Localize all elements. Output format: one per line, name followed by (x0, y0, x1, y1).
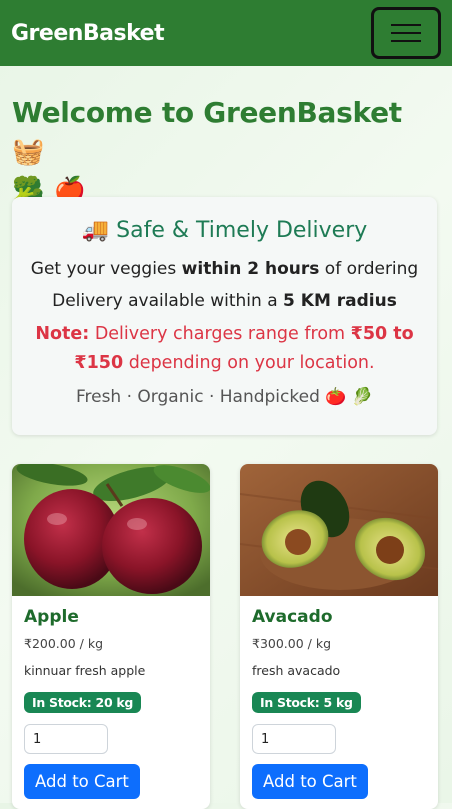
stock-badge: In Stock: 5 kg (252, 692, 361, 713)
avocado-image (240, 464, 438, 596)
page-title: Welcome to GreenBasket 🧺 🥦 🍎 (12, 96, 402, 206)
lettuce-emoji: 🥬 (351, 387, 374, 407)
navbar: GreenBasket (0, 0, 452, 66)
quantity-input[interactable] (252, 724, 336, 754)
product-price: ₹200.00 / kg (24, 636, 104, 651)
add-to-cart-button[interactable]: Add to Cart (252, 764, 368, 799)
hamburger-icon (391, 24, 421, 26)
menu-toggle-button[interactable] (371, 7, 441, 59)
delivery-radius-text: Delivery available within a 5 KM radius (52, 291, 397, 311)
quantity-input[interactable] (24, 724, 108, 754)
delivery-title: 🚚 Safe & Timely Delivery (81, 218, 368, 243)
brand-logo[interactable]: GreenBasket (11, 21, 165, 46)
product-name: Apple (24, 607, 79, 627)
delivery-info-card: 🚚 Safe & Timely Delivery Get your veggie… (12, 197, 437, 435)
delivery-time-text: Get your veggies within 2 hours of order… (30, 259, 419, 279)
delivery-note: Note: Delivery charges range from ₹50 to… (35, 324, 414, 373)
product-price: ₹300.00 / kg (252, 636, 332, 651)
truck-icon: 🚚 (81, 218, 110, 243)
product-card-avocado: Avacado ₹300.00 / kg fresh avacado In St… (240, 464, 438, 809)
tomato-emoji: 🍅 (325, 387, 347, 407)
add-to-cart-button[interactable]: Add to Cart (24, 764, 140, 799)
delivery-tagline: Fresh · Organic · Handpicked 🍅 🥬 (75, 387, 374, 407)
basket-emoji: 🧺 (12, 137, 45, 167)
product-name: Avacado (252, 607, 333, 627)
product-description: kinnuar fresh apple (24, 663, 146, 678)
product-description: fresh avacado (252, 663, 341, 678)
apple-image (12, 464, 210, 596)
stock-badge: In Stock: 20 kg (24, 692, 142, 713)
product-card-apple: Apple ₹200.00 / kg kinnuar fresh apple I… (12, 464, 210, 809)
